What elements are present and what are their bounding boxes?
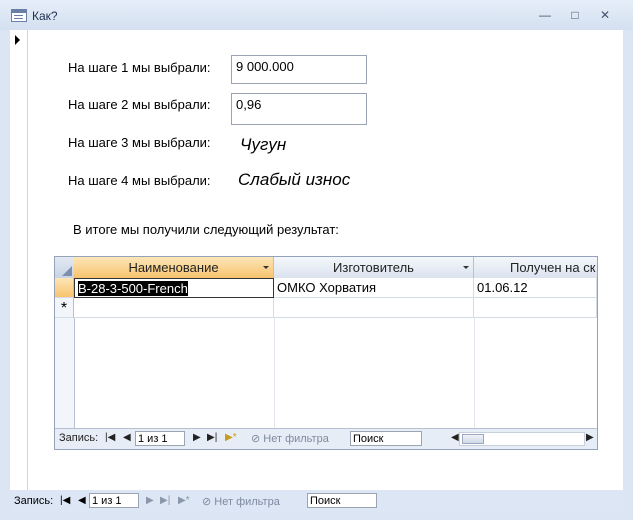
scroll-left-icon[interactable]: ◀: [451, 432, 459, 443]
step2-field[interactable]: 0,96: [231, 93, 367, 125]
scroll-right-icon[interactable]: ▶: [586, 432, 594, 443]
outer-first-record-icon[interactable]: |◀: [60, 495, 70, 506]
previous-record-icon[interactable]: ◀: [123, 432, 131, 443]
scrollbar-thumb[interactable]: [462, 434, 484, 444]
step3-label: На шаге 3 мы выбрали:: [68, 135, 211, 150]
app-window: Как? — □ ✕ На шаге 1 мы выбрали: 9 000.0…: [0, 0, 633, 520]
maximize-button[interactable]: □: [562, 6, 588, 24]
record-selector[interactable]: [10, 30, 28, 490]
column-header-name-label: Наименование: [128, 260, 219, 275]
new-row-selector[interactable]: *: [55, 298, 74, 318]
window-title: Как?: [32, 9, 58, 23]
step4-value: Слабый износ: [238, 170, 351, 189]
step1-field[interactable]: 9 000.000: [231, 55, 367, 84]
outer-no-filter-button[interactable]: ⊘ Нет фильтра: [202, 495, 280, 508]
results-datasheet: Наименование Изготовитель Получен на ск …: [54, 256, 598, 450]
form-icon[interactable]: [11, 9, 27, 22]
row-selector-current[interactable]: [55, 278, 74, 298]
search-input[interactable]: Поиск: [350, 431, 422, 446]
outer-search-input[interactable]: Поиск: [307, 493, 377, 508]
window-edge: [623, 30, 633, 520]
column-divider: [474, 318, 475, 428]
column-header-name[interactable]: Наименование: [74, 257, 274, 278]
new-record-icon[interactable]: ▶*: [225, 432, 237, 443]
current-record-arrow-icon: [15, 35, 20, 45]
result-label: В итоге мы получили следующий результат:: [73, 222, 339, 237]
column-header-received[interactable]: Получен на ск: [474, 257, 597, 278]
outer-record-position-field[interactable]: 1 из 1: [89, 493, 139, 508]
title-bar: Как? — □ ✕: [0, 0, 633, 30]
next-record-icon[interactable]: ▶: [193, 432, 201, 443]
column-divider: [274, 318, 275, 428]
column-header-maker[interactable]: Изготовитель: [274, 257, 474, 278]
new-row-maker-cell[interactable]: [274, 298, 474, 318]
column-header-maker-label: Изготовитель: [333, 260, 414, 275]
no-filter-label: Нет фильтра: [263, 433, 329, 445]
outer-record-label: Запись:: [14, 495, 54, 507]
select-all-corner[interactable]: [55, 257, 75, 278]
outer-new-record-icon[interactable]: ▶*: [178, 495, 190, 506]
name-cell-text: B-28-3-500-French: [78, 281, 188, 296]
step1-label: На шаге 1 мы выбрали:: [68, 60, 211, 75]
outer-next-record-icon[interactable]: ▶: [146, 495, 154, 506]
horizontal-scrollbar[interactable]: [459, 432, 585, 446]
minimize-button[interactable]: —: [532, 6, 558, 24]
datasheet-navigation-bar: Запись: |◀ ◀ 1 из 1 ▶ ▶| ▶* ⊘ Нет фильтр…: [55, 428, 597, 449]
record-label: Запись:: [59, 432, 99, 444]
chevron-down-icon[interactable]: [463, 266, 469, 269]
table-row-received-cell[interactable]: 01.06.12: [474, 278, 597, 298]
no-filter-button[interactable]: ⊘ Нет фильтра: [251, 432, 329, 445]
outer-last-record-icon[interactable]: ▶|: [160, 495, 170, 506]
first-record-icon[interactable]: |◀: [105, 432, 115, 443]
step2-label: На шаге 2 мы выбрали:: [68, 97, 211, 112]
close-button[interactable]: ✕: [592, 6, 618, 24]
new-row-received-cell[interactable]: [474, 298, 597, 318]
new-row-name-cell[interactable]: [74, 298, 274, 318]
form-navigation-bar: Запись: |◀ ◀ 1 из 1 ▶ ▶| ▶* ⊘ Нет фильтр…: [10, 490, 623, 512]
step4-label: На шаге 4 мы выбрали:: [68, 173, 211, 188]
table-row-name-cell[interactable]: B-28-3-500-French: [74, 278, 274, 298]
chevron-down-icon[interactable]: [263, 266, 269, 269]
filter-icon: ⊘: [202, 496, 215, 508]
record-position-field[interactable]: 1 из 1: [135, 431, 185, 446]
row-selector-filler: [55, 318, 75, 428]
outer-previous-record-icon[interactable]: ◀: [78, 495, 86, 506]
step3-value: Чугун: [240, 135, 287, 154]
column-header-received-label: Получен на ск: [510, 260, 596, 275]
table-row-maker-cell[interactable]: ОМКО Хорватия: [274, 278, 474, 298]
outer-no-filter-label: Нет фильтра: [214, 496, 280, 508]
filter-icon: ⊘: [251, 433, 264, 445]
last-record-icon[interactable]: ▶|: [207, 432, 217, 443]
